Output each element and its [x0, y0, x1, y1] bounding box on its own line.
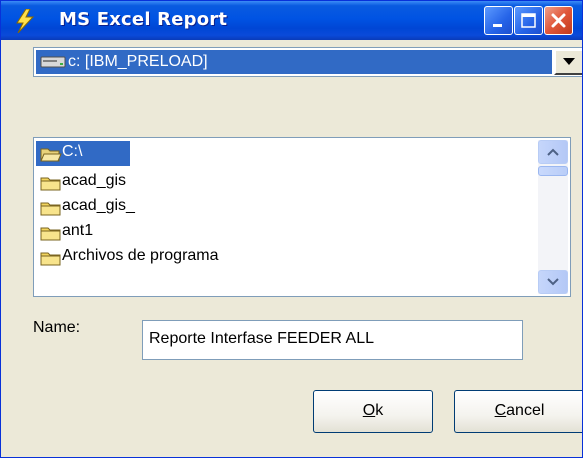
folder-list[interactable]: C:\ acad_gis acad_gis_ ant1 Archivos de …: [33, 137, 571, 297]
list-item[interactable]: acad_gis_: [36, 195, 536, 220]
list-item[interactable]: C:\: [36, 141, 130, 166]
close-button[interactable]: [544, 6, 573, 35]
lightning-bolt-icon: [16, 9, 35, 33]
ok-button[interactable]: Ok: [313, 390, 433, 433]
maximize-button[interactable]: [514, 6, 543, 35]
title-bar[interactable]: MS Excel Report: [1, 1, 582, 40]
minimize-icon: [493, 24, 502, 27]
minimize-button[interactable]: [484, 6, 513, 35]
drive-select-value: c: [IBM_PRELOAD]: [36, 50, 552, 74]
list-item-label: Archivos de programa: [62, 247, 219, 264]
scroll-down-button[interactable]: [538, 270, 568, 294]
ok-mnemonic: O: [362, 402, 376, 419]
folder-icon: [40, 177, 61, 191]
folder-list-scrollbar[interactable]: [538, 140, 568, 294]
chevron-down-icon: [563, 58, 575, 65]
scroll-up-button[interactable]: [538, 140, 568, 164]
list-item-label: C:\: [62, 143, 83, 160]
list-item-label: acad_gis: [62, 172, 127, 189]
name-input-value: Reporte Interfase FEEDER ALL: [149, 330, 374, 347]
name-label: Name:: [33, 319, 81, 336]
list-item[interactable]: acad_gis: [36, 170, 536, 195]
cancel-button[interactable]: Cancel: [454, 390, 582, 433]
list-item[interactable]: ant1: [36, 220, 536, 245]
ok-label-rest: k: [375, 402, 384, 419]
hard-drive-icon: [40, 56, 66, 68]
ms-excel-report-dialog: MS Excel Report c: [IBM_PRELOAD] C:\ aca…: [0, 0, 583, 458]
drive-select[interactable]: c: [IBM_PRELOAD]: [33, 47, 582, 77]
drive-dropdown-button[interactable]: [554, 49, 582, 75]
window-title: MS Excel Report: [59, 9, 228, 30]
scroll-thumb[interactable]: [538, 166, 568, 176]
list-item-label: acad_gis_: [62, 197, 135, 214]
folder-icon: [40, 202, 61, 216]
maximize-icon: [521, 13, 536, 28]
folder-icon: [40, 252, 61, 266]
name-input[interactable]: Reporte Interfase FEEDER ALL: [142, 320, 523, 360]
list-item[interactable]: Archivos de programa: [36, 245, 536, 270]
cancel-mnemonic: C: [494, 402, 507, 419]
cancel-label-rest: ancel: [506, 402, 545, 419]
chevron-up-icon: [547, 148, 559, 156]
close-icon: [551, 13, 566, 28]
list-item-label: ant1: [62, 222, 94, 239]
drive-select-label: c: [IBM_PRELOAD]: [68, 53, 208, 70]
cancel-button-label: Cancel: [455, 402, 582, 420]
ok-button-label: Ok: [314, 402, 432, 420]
open-folder-icon: [40, 148, 62, 162]
chevron-down-icon: [547, 278, 559, 286]
folder-icon: [40, 227, 61, 241]
